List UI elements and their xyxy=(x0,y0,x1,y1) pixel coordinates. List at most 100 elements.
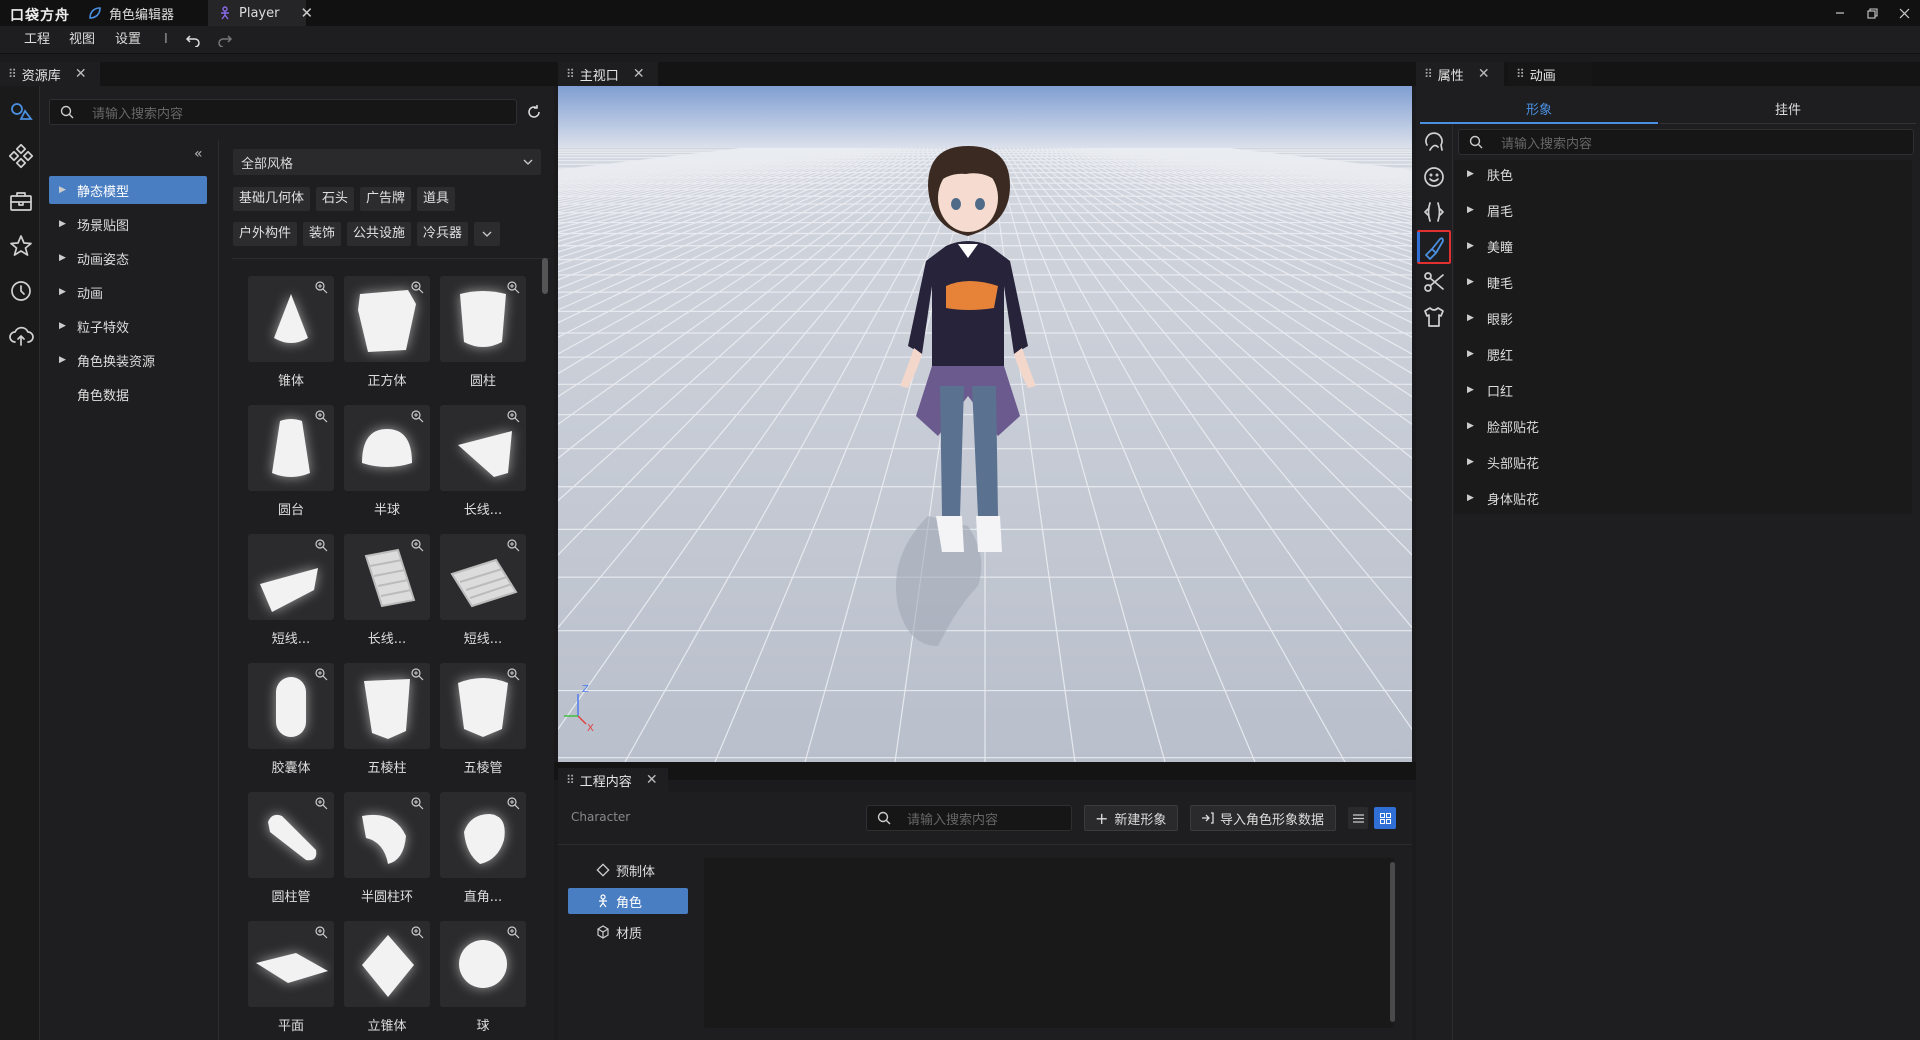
chip-basic-geometry[interactable]: 基础几何体 xyxy=(233,187,311,211)
tab-properties[interactable]: ⠿ 属性 ✕ xyxy=(1416,62,1504,86)
close-icon[interactable]: ✕ xyxy=(300,4,313,22)
prop-lipstick[interactable]: ▶ 口红 xyxy=(1467,375,1513,405)
asset-item[interactable]: 五棱柱 xyxy=(344,663,430,783)
asset-item[interactable]: 长线... xyxy=(344,534,430,654)
prop-blush[interactable]: ▶ 腮红 xyxy=(1467,339,1513,369)
tree-item-scene-texture[interactable]: ▶ 场景贴图 xyxy=(49,210,207,238)
close-icon[interactable]: ✕ xyxy=(633,66,645,82)
panel-splitter[interactable] xyxy=(554,762,1416,780)
asset-item[interactable]: 长线... xyxy=(440,405,526,525)
asset-item[interactable]: 胶囊体 xyxy=(248,663,334,783)
asset-thumbnail[interactable] xyxy=(248,792,334,878)
asset-thumbnail[interactable] xyxy=(344,921,430,1007)
cloud-upload-icon[interactable] xyxy=(8,323,34,349)
prop-head-decal[interactable]: ▶ 头部贴花 xyxy=(1467,447,1539,477)
project-search-input[interactable]: 请输入搜索内容 xyxy=(866,805,1072,831)
body-shape-icon[interactable] xyxy=(1421,199,1447,225)
asset-thumbnail[interactable] xyxy=(344,534,430,620)
chip-billboard[interactable]: 广告牌 xyxy=(360,187,412,211)
minimize-button[interactable] xyxy=(1824,0,1856,26)
asset-item[interactable]: 五棱管 xyxy=(440,663,526,783)
tree-item-animation-pose[interactable]: ▶ 动画姿态 xyxy=(49,244,207,272)
drag-handle-icon[interactable]: ⠿ xyxy=(566,773,575,787)
menu-settings[interactable]: 设置 xyxy=(115,26,141,54)
prop-eyeshadow[interactable]: ▶ 眼影 xyxy=(1467,303,1513,333)
face-icon[interactable] xyxy=(1421,164,1447,190)
expand-chips-button[interactable] xyxy=(474,222,501,246)
asset-item[interactable]: 锥体 xyxy=(248,276,334,396)
asset-thumbnail[interactable] xyxy=(344,792,430,878)
asset-scrollbar[interactable] xyxy=(542,258,548,294)
asset-item[interactable]: 正方体 xyxy=(344,276,430,396)
asset-item[interactable]: 球 xyxy=(440,921,526,1040)
asset-thumbnail[interactable] xyxy=(440,663,526,749)
property-search-input[interactable]: 请输入搜索内容 xyxy=(1458,129,1914,155)
chip-props[interactable]: 道具 xyxy=(417,187,456,211)
components-icon[interactable] xyxy=(8,143,34,169)
asset-item[interactable]: 圆柱管 xyxy=(248,792,334,912)
asset-thumbnail[interactable] xyxy=(440,276,526,362)
prop-body-decal[interactable]: ▶ 身体贴花 xyxy=(1467,483,1539,513)
category-prefab[interactable]: 预制体 xyxy=(568,857,688,883)
makeup-brush-icon[interactable] xyxy=(1421,234,1447,260)
breadcrumb[interactable]: Character xyxy=(571,810,630,824)
asset-item[interactable]: 短线... xyxy=(440,534,526,654)
chip-public-facility[interactable]: 公共设施 xyxy=(347,222,412,246)
scissors-icon[interactable] xyxy=(1421,269,1447,295)
subtab-attachments[interactable]: 挂件 xyxy=(1660,94,1916,124)
chip-outdoor[interactable]: 户外构件 xyxy=(233,222,298,246)
close-icon[interactable]: ✕ xyxy=(75,66,87,82)
asset-item[interactable]: 平面 xyxy=(248,921,334,1040)
style-select[interactable]: 全部风格 xyxy=(233,149,541,175)
prop-contact-lens[interactable]: ▶ 美瞳 xyxy=(1467,231,1513,261)
close-icon[interactable]: ✕ xyxy=(646,772,658,788)
main-viewport[interactable]: Z X xyxy=(558,86,1412,762)
new-appearance-button[interactable]: + 新建形象 xyxy=(1084,805,1178,831)
asset-thumbnail[interactable] xyxy=(440,921,526,1007)
shirt-icon[interactable] xyxy=(1421,304,1447,330)
asset-item[interactable]: 直角... xyxy=(440,792,526,912)
tab-player[interactable]: Player ✕ xyxy=(208,0,313,26)
asset-item[interactable]: 立锥体 xyxy=(344,921,430,1040)
close-window-button[interactable] xyxy=(1888,0,1920,26)
restore-button[interactable] xyxy=(1856,0,1888,26)
close-icon[interactable]: ✕ xyxy=(1478,66,1490,82)
asset-item[interactable]: 半圆柱环 xyxy=(344,792,430,912)
tab-project-content[interactable]: ⠿ 工程内容 ✕ xyxy=(558,768,668,792)
asset-thumbnail[interactable] xyxy=(440,405,526,491)
menu-view[interactable]: 视图 xyxy=(69,26,95,54)
chip-decoration[interactable]: 装饰 xyxy=(303,222,342,246)
prop-eyelashes[interactable]: ▶ 睫毛 xyxy=(1467,267,1513,297)
refresh-icon[interactable] xyxy=(526,104,542,120)
tree-item-costume-assets[interactable]: ▶ 角色换装资源 xyxy=(49,346,207,374)
asset-thumbnail[interactable] xyxy=(248,276,334,362)
tab-character-editor[interactable]: 角色编辑器 xyxy=(78,0,208,26)
list-view-button[interactable] xyxy=(1348,807,1368,829)
undo-icon[interactable] xyxy=(185,33,201,47)
category-material[interactable]: 材质 xyxy=(568,919,688,945)
tab-main-viewport[interactable]: ⠿ 主视口 ✕ xyxy=(558,62,658,86)
drag-handle-icon[interactable]: ⠿ xyxy=(566,67,575,81)
asset-thumbnail[interactable] xyxy=(248,534,334,620)
toolbox-icon[interactable] xyxy=(8,188,34,214)
asset-search-input[interactable]: 请输入搜索内容 xyxy=(49,99,517,125)
asset-item[interactable]: 短线... xyxy=(248,534,334,654)
prop-face-decal[interactable]: ▶ 脸部贴花 xyxy=(1467,411,1539,441)
tab-asset-library[interactable]: ⠿ 资源库 ✕ xyxy=(0,62,100,86)
prop-skin-color[interactable]: ▶ 肤色 xyxy=(1467,159,1513,189)
asset-thumbnail[interactable] xyxy=(440,534,526,620)
redo-icon[interactable] xyxy=(217,33,233,47)
collapse-icon[interactable]: « xyxy=(194,146,203,162)
chip-cold-weapon[interactable]: 冷兵器 xyxy=(417,222,469,246)
asset-item[interactable]: 半球 xyxy=(344,405,430,525)
tab-animation[interactable]: ⠿ 动画 xyxy=(1508,62,1592,86)
import-appearance-button[interactable]: 导入角色形象数据 xyxy=(1190,805,1336,831)
drag-handle-icon[interactable]: ⠿ xyxy=(8,67,17,81)
grid-view-button[interactable] xyxy=(1374,807,1396,829)
tree-item-particle-effect[interactable]: ▶ 粒子特效 xyxy=(49,312,207,340)
tree-item-character-data[interactable]: 角色数据 xyxy=(49,380,207,408)
asset-item[interactable]: 圆柱 xyxy=(440,276,526,396)
hair-icon[interactable] xyxy=(1421,129,1447,155)
asset-thumbnail[interactable] xyxy=(344,405,430,491)
shapes-icon[interactable] xyxy=(8,98,34,124)
